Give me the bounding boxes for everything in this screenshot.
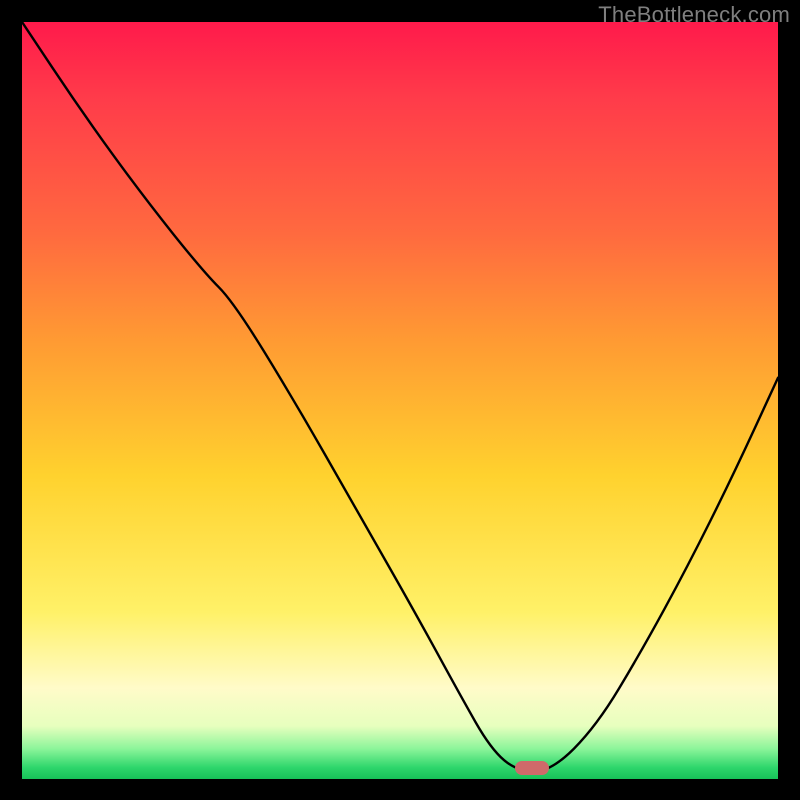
optimal-marker: [515, 761, 549, 775]
bottleneck-curve: [22, 22, 778, 779]
plot-area: [22, 22, 778, 779]
chart-frame: TheBottleneck.com: [0, 0, 800, 800]
curve-path: [22, 22, 778, 771]
